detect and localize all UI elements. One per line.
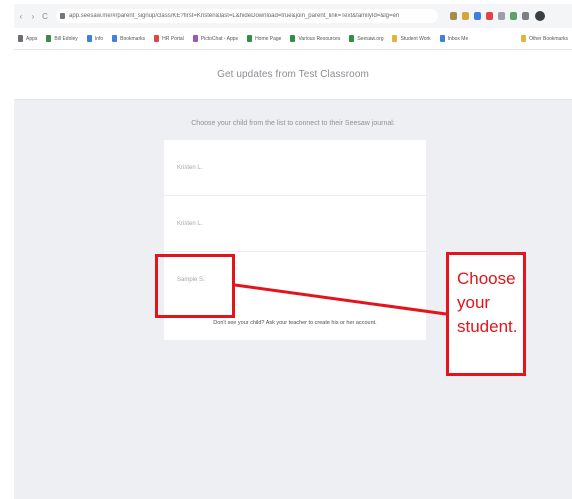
student-row[interactable]: Kristen L. <box>164 196 426 252</box>
page-header: Get updates from Test Classroom <box>14 50 572 100</box>
bookmark-label: Other Bookmarks <box>529 35 568 42</box>
ext-6-icon[interactable] <box>510 12 517 20</box>
ext-5-icon[interactable] <box>498 12 505 20</box>
bookmark-label: Seesaw.org <box>357 35 384 42</box>
bookmark-item[interactable]: Seesaw.org <box>349 35 383 42</box>
ext-1-icon[interactable] <box>450 12 457 20</box>
student-name: Kristen L. <box>177 164 203 171</box>
bookmark-icon <box>46 35 52 42</box>
bookmark-icon <box>154 35 160 42</box>
back-button[interactable]: ‹ <box>16 12 26 21</box>
bookmark-label: Apps <box>26 35 38 42</box>
bookmark-icon <box>18 35 23 42</box>
browser-toolbar: ‹ › C app.seesaw.me/#/parent_signup/clas… <box>14 4 572 28</box>
bookmark-icon <box>439 35 445 42</box>
bookmark-item[interactable]: Student Work <box>392 35 431 42</box>
ext-2-icon[interactable] <box>462 12 469 20</box>
bookmark-item[interactable]: PictoChat - Apps <box>192 35 239 42</box>
highlight-box <box>155 254 235 318</box>
bookmark-label: Inbox Me <box>447 35 469 42</box>
bookmark-icon <box>112 35 118 42</box>
bookmark-item[interactable]: HR Portal <box>154 35 184 42</box>
bookmark-icon <box>192 35 198 42</box>
ext-7-icon[interactable] <box>522 12 529 20</box>
ext-3-icon[interactable] <box>474 12 481 20</box>
student-row[interactable]: Kristen L. <box>164 140 426 196</box>
bookmark-label: HR Portal <box>162 35 184 42</box>
bookmark-icon <box>392 35 398 42</box>
bookmark-icon <box>247 35 253 42</box>
bookmark-item[interactable]: Various Resources <box>290 35 340 42</box>
student-name: Kristen L. <box>177 220 203 227</box>
bookmark-label: Various Resources <box>298 35 341 42</box>
bookmark-label: Bookmarks <box>120 35 146 42</box>
bookmark-other[interactable]: Other Bookmarks <box>521 35 568 42</box>
address-bar[interactable]: app.seesaw.me/#/parent_signup/class/KE?f… <box>56 9 438 23</box>
bookmark-label: Info <box>94 35 104 42</box>
page-title: Get updates from Test Classroom <box>217 69 369 80</box>
lock-icon <box>60 13 65 19</box>
profile-avatar[interactable] <box>535 11 545 21</box>
callout-line: student. <box>457 317 518 336</box>
ext-4-icon[interactable] <box>486 12 493 20</box>
reload-button[interactable]: C <box>40 12 50 21</box>
bookmark-icon <box>86 35 92 42</box>
folder-icon <box>521 35 527 42</box>
bookmark-label: Student Work <box>400 35 431 42</box>
choose-child-prompt: Choose your child from the list to conne… <box>191 120 395 127</box>
bookmark-item[interactable]: Apps <box>18 35 37 42</box>
help-text: Don't see your child? Ask your teacher t… <box>213 320 377 326</box>
callout-line: your <box>457 293 491 312</box>
bookmarks-bar: Apps Bill Ednley Info Bookmarks HR Portal Pic… <box>14 28 572 50</box>
extension-icons <box>450 12 529 20</box>
callout-line: Choose <box>457 269 516 288</box>
bookmark-item[interactable]: Info <box>86 35 104 42</box>
bookmark-label: Home Page <box>255 35 282 42</box>
annotation-callout: Choose your student. <box>446 252 526 376</box>
bookmark-label: Bill Ednley <box>54 35 78 42</box>
bookmark-icon <box>290 35 296 42</box>
bookmark-item[interactable]: Inbox Me <box>439 35 469 42</box>
bookmark-item[interactable]: Bill Ednley <box>46 35 78 42</box>
bookmark-item[interactable]: Bookmarks <box>112 35 145 42</box>
bookmark-icon <box>349 35 355 42</box>
bookmark-item[interactable]: Home Page <box>247 35 281 42</box>
url-text: app.seesaw.me/#/parent_signup/class/KE?f… <box>69 13 400 19</box>
bookmark-label: PictoChat - Apps <box>200 35 239 42</box>
forward-button[interactable]: › <box>28 12 38 21</box>
